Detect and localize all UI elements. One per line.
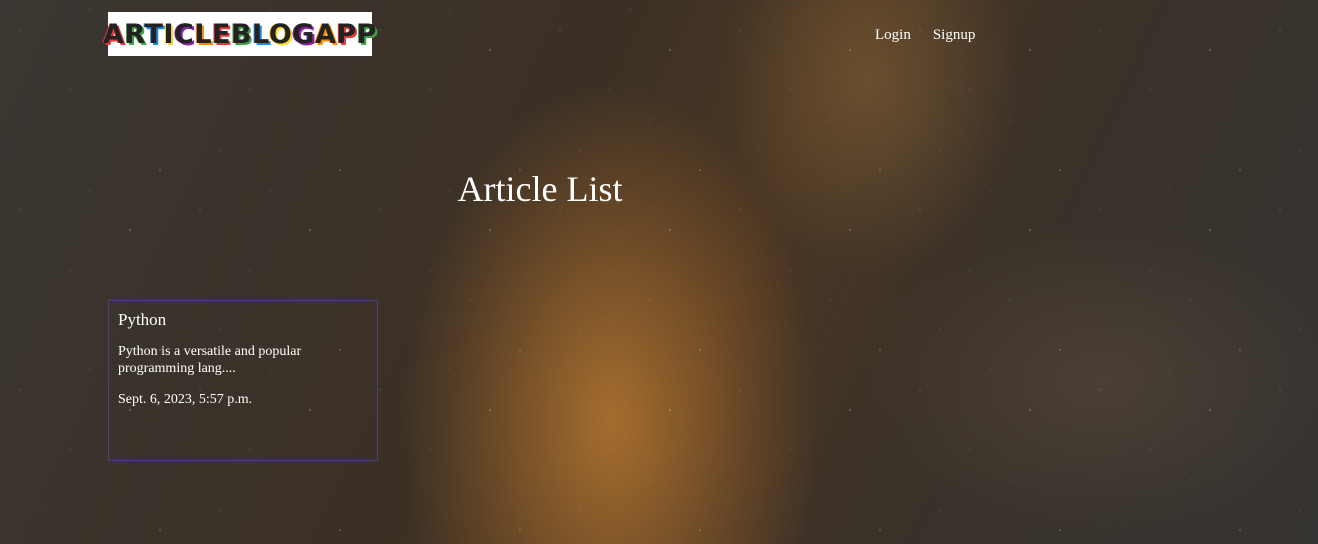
article-title[interactable]: Python xyxy=(118,310,368,330)
logo-text: ARTICLEBLOGAPP xyxy=(103,18,377,50)
top-nav: Login Signup xyxy=(875,27,975,44)
logo[interactable]: ARTICLEBLOGAPP xyxy=(103,12,376,56)
login-link[interactable]: Login xyxy=(875,27,911,44)
article-excerpt: Python is a versatile and popular progra… xyxy=(118,344,302,377)
article-date: Sept. 6, 2023, 5:57 p.m. xyxy=(118,391,253,407)
page-title: Article List xyxy=(457,169,623,209)
signup-link[interactable]: Signup xyxy=(933,27,976,44)
article-card[interactable]: Python Python is a versatile and popular… xyxy=(108,300,378,461)
